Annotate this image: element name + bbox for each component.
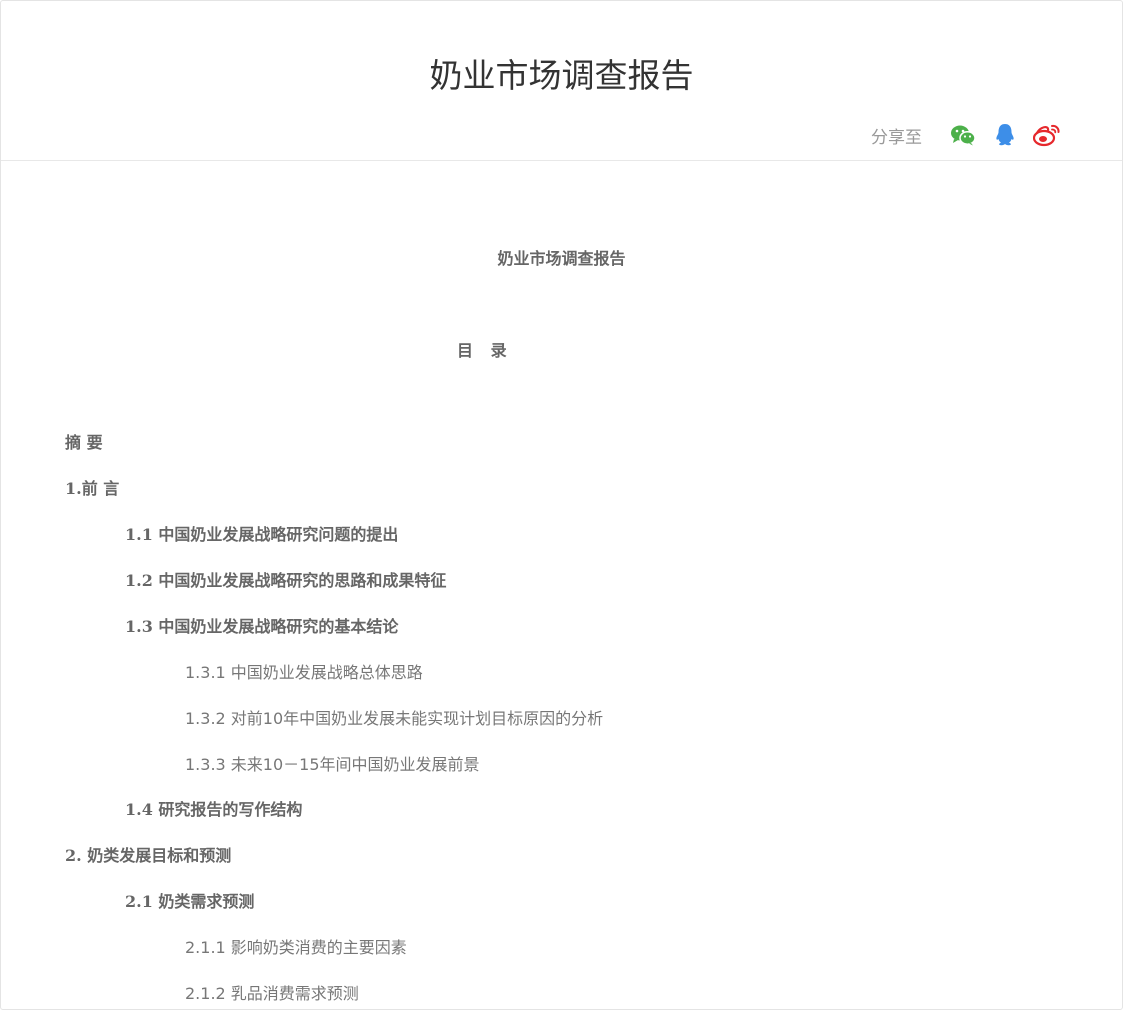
toc-item: 2.1.2 乳品消费需求预测: [185, 984, 359, 1003]
document-title: 奶业市场调查报告: [497, 249, 626, 268]
toc-item: 1.3 中国奶业发展战略研究的基本结论: [125, 617, 399, 636]
wechat-icon[interactable]: [948, 120, 978, 150]
qq-icon[interactable]: [990, 120, 1020, 150]
weibo-icon[interactable]: [1032, 120, 1062, 150]
share-label: 分享至: [871, 127, 922, 148]
toc-item: 1.3.3 未来10－15年间中国奶业发展前景: [185, 755, 480, 774]
toc-item: 1.2 中国奶业发展战略研究的思路和成果特征: [125, 571, 447, 590]
toc-item: 1.3.1 中国奶业发展战略总体思路: [185, 663, 423, 682]
toc-heading: 目 录: [457, 341, 513, 360]
toc-item: 1.4 研究报告的写作结构: [125, 800, 303, 819]
toc-item: 2.1.1 影响奶类消费的主要因素: [185, 938, 407, 957]
toc-item: 2. 奶类发展目标和预测: [65, 846, 232, 865]
toc-item: 摘 要: [65, 433, 103, 452]
toc-item: 1.3.2 对前10年中国奶业发展未能实现计划目标原因的分析: [185, 709, 604, 728]
article-header: 奶业市场调查报告 分享至: [1, 1, 1122, 161]
toc-item: 2.1 奶类需求预测: [125, 892, 255, 911]
share-bar: 分享至: [871, 119, 1062, 151]
page-title: 奶业市场调查报告: [429, 56, 694, 95]
article-frame: 奶业市场调查报告 分享至 奶业市场调查报告 目 录 摘 要 1.前 言 1.1 …: [0, 0, 1123, 1010]
toc-item: 1.1 中国奶业发展战略研究问题的提出: [125, 525, 399, 544]
toc-item: 1.前 言: [65, 479, 120, 498]
